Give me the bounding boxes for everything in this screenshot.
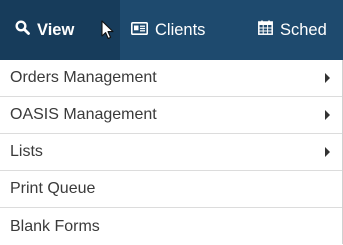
nav-clients-button[interactable]: Clients: [120, 0, 205, 60]
mouse-cursor-icon: [101, 20, 115, 45]
caret-right-icon: [325, 147, 330, 157]
menu-item-label: Lists: [10, 143, 43, 160]
menu-item-orders-management[interactable]: Orders Management: [0, 60, 342, 97]
id-card-icon: [131, 21, 148, 40]
view-dropdown-menu: Orders Management OASIS Management Lists…: [0, 60, 343, 244]
menu-item-label: Orders Management: [10, 69, 157, 86]
nav-schedule-button[interactable]: Sched: [247, 0, 327, 60]
search-icon: [15, 20, 30, 40]
menu-item-label: OASIS Management: [10, 106, 157, 123]
menu-item-label: Blank Forms: [10, 217, 100, 235]
nav-clients-label: Clients: [155, 20, 206, 39]
menu-item-blank-forms[interactable]: Blank Forms: [0, 208, 342, 245]
menu-item-label: Print Queue: [10, 180, 96, 197]
menu-item-print-queue[interactable]: Print Queue: [0, 171, 342, 208]
menu-item-lists[interactable]: Lists: [0, 134, 342, 171]
caret-right-icon: [325, 110, 330, 120]
menu-item-oasis-management[interactable]: OASIS Management: [0, 97, 342, 134]
calendar-icon: [258, 20, 273, 40]
nav-view-label: View: [37, 20, 75, 39]
top-nav-bar: View Clients Sched: [0, 0, 343, 60]
caret-right-icon: [325, 73, 330, 83]
nav-schedule-label: Sched: [280, 20, 327, 39]
